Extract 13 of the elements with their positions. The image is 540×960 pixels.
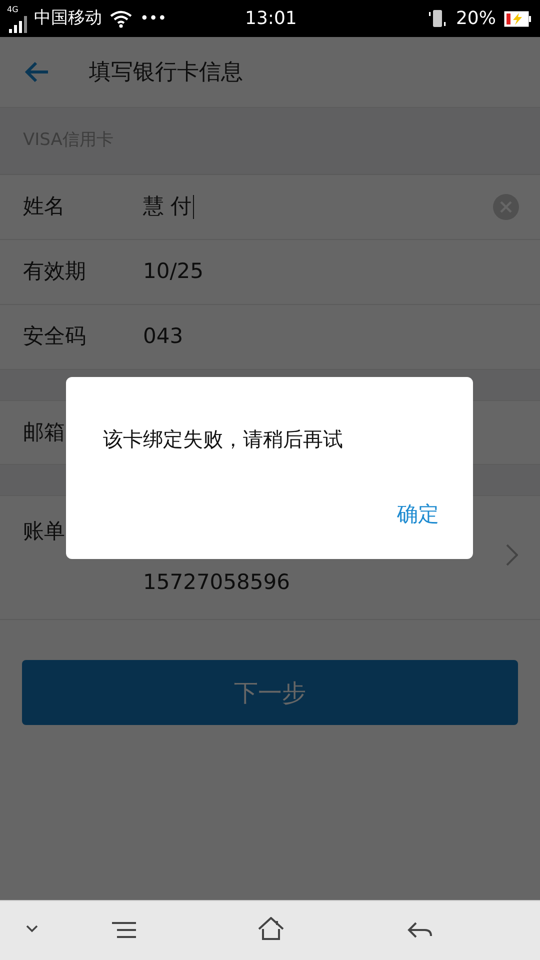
field-label: 账单 (23, 518, 66, 545)
dialog-message: 该卡绑定失败，请稍后再试 (103, 426, 343, 453)
network-type: 4G (7, 6, 18, 14)
carrier-name: 中国移动 (34, 6, 102, 30)
field-label: 有效期 (23, 258, 87, 286)
bill-address-phone: 15727058596 (143, 572, 290, 593)
field-label: 安全码 (23, 323, 87, 350)
page-title: 填写银行卡信息 (89, 58, 243, 86)
more-indicator: ••• (140, 8, 167, 30)
battery-percent: 20% (456, 7, 496, 31)
clock: 13:01 (245, 7, 297, 31)
field-label: 姓名 (23, 193, 66, 220)
field-label: 邮箱 (23, 418, 65, 446)
